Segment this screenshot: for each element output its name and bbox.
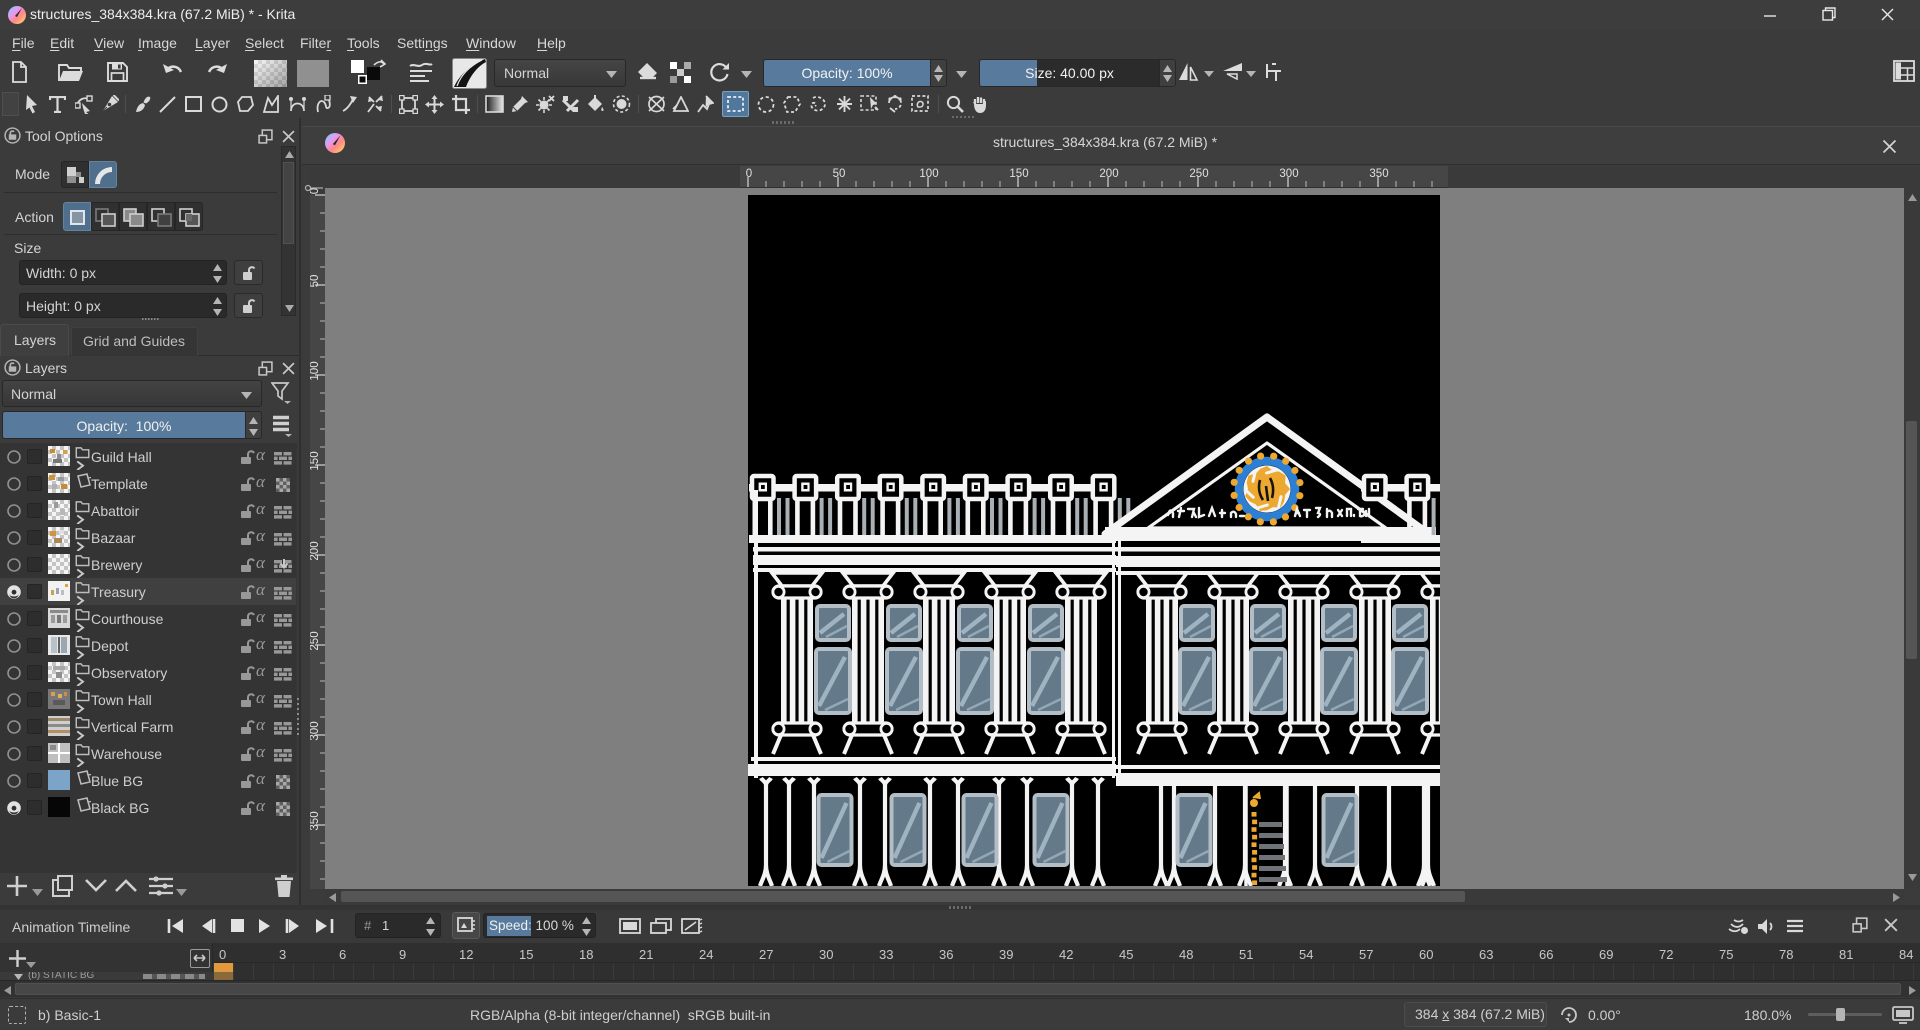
svg-text:350: 350 [310,811,321,830]
svg-text:200: 200 [310,541,321,560]
svg-text:250: 250 [310,631,321,650]
svg-text:50: 50 [310,275,321,288]
svg-text:200: 200 [1099,168,1118,180]
svg-text:250: 250 [1189,168,1208,180]
svg-text:100: 100 [919,168,938,180]
svg-text:0: 0 [746,168,752,180]
svg-text:100: 100 [310,361,321,380]
svg-text:50: 50 [833,168,846,180]
svg-text:300: 300 [310,721,321,740]
svg-text:350: 350 [1369,168,1388,180]
svg-text:150: 150 [310,451,321,470]
svg-text:150: 150 [1009,168,1028,180]
svg-text:300: 300 [1279,168,1298,180]
